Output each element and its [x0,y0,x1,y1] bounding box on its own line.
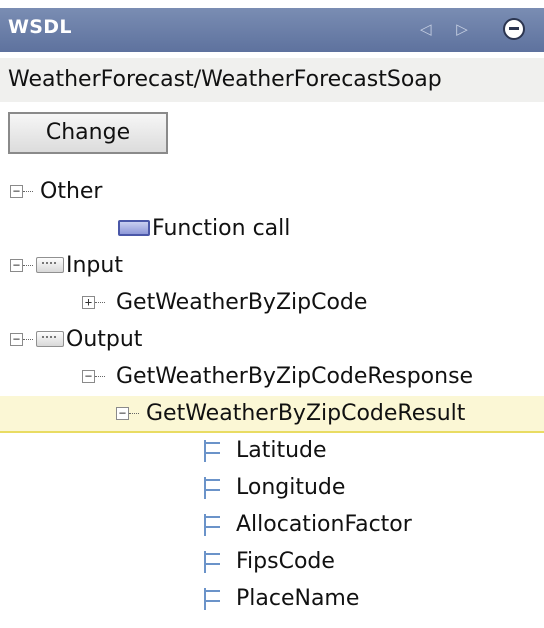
field-icon [200,475,222,501]
tree-node-field[interactable]: AllocationFactor [0,507,544,544]
tree-node-getweatherbyzipcode[interactable]: + GetWeatherByZipCode [0,285,544,322]
panel-header: WSDL ◁ ▷ [0,0,544,52]
collapse-output-icon[interactable]: − [10,333,23,346]
nav-arrows-icon[interactable]: ◁ ▷ [420,20,478,38]
tree-node-input[interactable]: − Input [0,248,544,285]
tree-node-response[interactable]: − GetWeatherByZipCodeResponse [0,359,544,396]
tree-node-other[interactable]: − Other [0,174,544,211]
collapse-response-icon[interactable]: − [82,370,95,383]
tree-node-field[interactable]: PlaceName [0,581,544,618]
tree-connector [95,376,105,378]
collapse-panel-icon[interactable] [503,18,525,40]
tree-connector [23,339,33,341]
tree-node-label: Latitude [236,438,327,463]
tree-node-function-call[interactable]: Function call [0,211,544,248]
tree-node-label: Output [66,327,143,352]
tree-node-field[interactable]: Latitude [0,433,544,470]
collapse-other-icon[interactable]: − [10,185,23,198]
panel-title: WSDL [8,16,72,38]
tree-node-label: GetWeatherByZipCode [116,290,368,315]
wsdl-url: WeatherForecast/WeatherForecastSoap [8,67,442,92]
tree-node-label: FipsCode [236,549,335,574]
tree-node-label: Other [40,179,103,204]
function-call-icon [118,220,150,236]
wsdl-tree: − Other Function call − Input + GetWeath… [0,174,544,618]
wsdl-url-bar: WeatherForecast/WeatherForecastSoap [0,58,544,102]
tree-node-output[interactable]: − Output [0,322,544,359]
collapse-result-icon[interactable]: − [116,407,129,420]
tree-node-label: GetWeatherByZipCodeResponse [116,364,474,389]
collapse-input-icon[interactable]: − [10,259,23,272]
field-icon [200,549,222,575]
field-icon [200,512,222,538]
tree-connector [129,413,139,415]
tree-node-label: AllocationFactor [236,512,412,537]
tree-node-label: Function call [152,216,291,241]
expand-request-icon[interactable]: + [82,296,95,309]
message-icon [36,257,64,273]
tree-connector [95,302,105,304]
change-button[interactable]: Change [8,112,168,154]
field-icon [200,438,222,464]
tree-connector [23,265,33,267]
tree-node-label: Input [66,253,123,278]
tree-node-field[interactable]: Longitude [0,470,544,507]
tree-node-label: Longitude [236,475,346,500]
message-icon [36,331,64,347]
tree-node-label: PlaceName [236,586,360,611]
tree-connector [23,191,33,193]
tree-node-result-selected[interactable]: − GetWeatherByZipCodeResult [0,396,544,433]
field-icon [200,586,222,612]
tree-node-label: GetWeatherByZipCodeResult [146,401,466,426]
tree-node-field[interactable]: FipsCode [0,544,544,581]
